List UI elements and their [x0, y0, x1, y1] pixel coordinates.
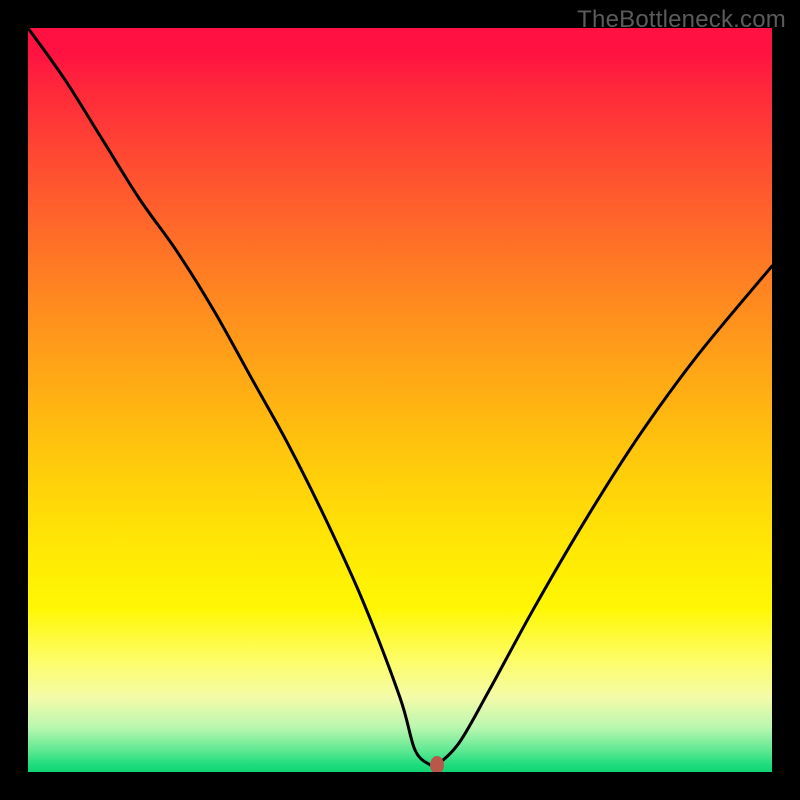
plot-area [28, 28, 772, 772]
chart-frame: TheBottleneck.com [0, 0, 800, 800]
optimal-point-marker [430, 756, 444, 772]
watermark-text: TheBottleneck.com [577, 6, 786, 34]
bottleneck-curve [28, 28, 772, 772]
